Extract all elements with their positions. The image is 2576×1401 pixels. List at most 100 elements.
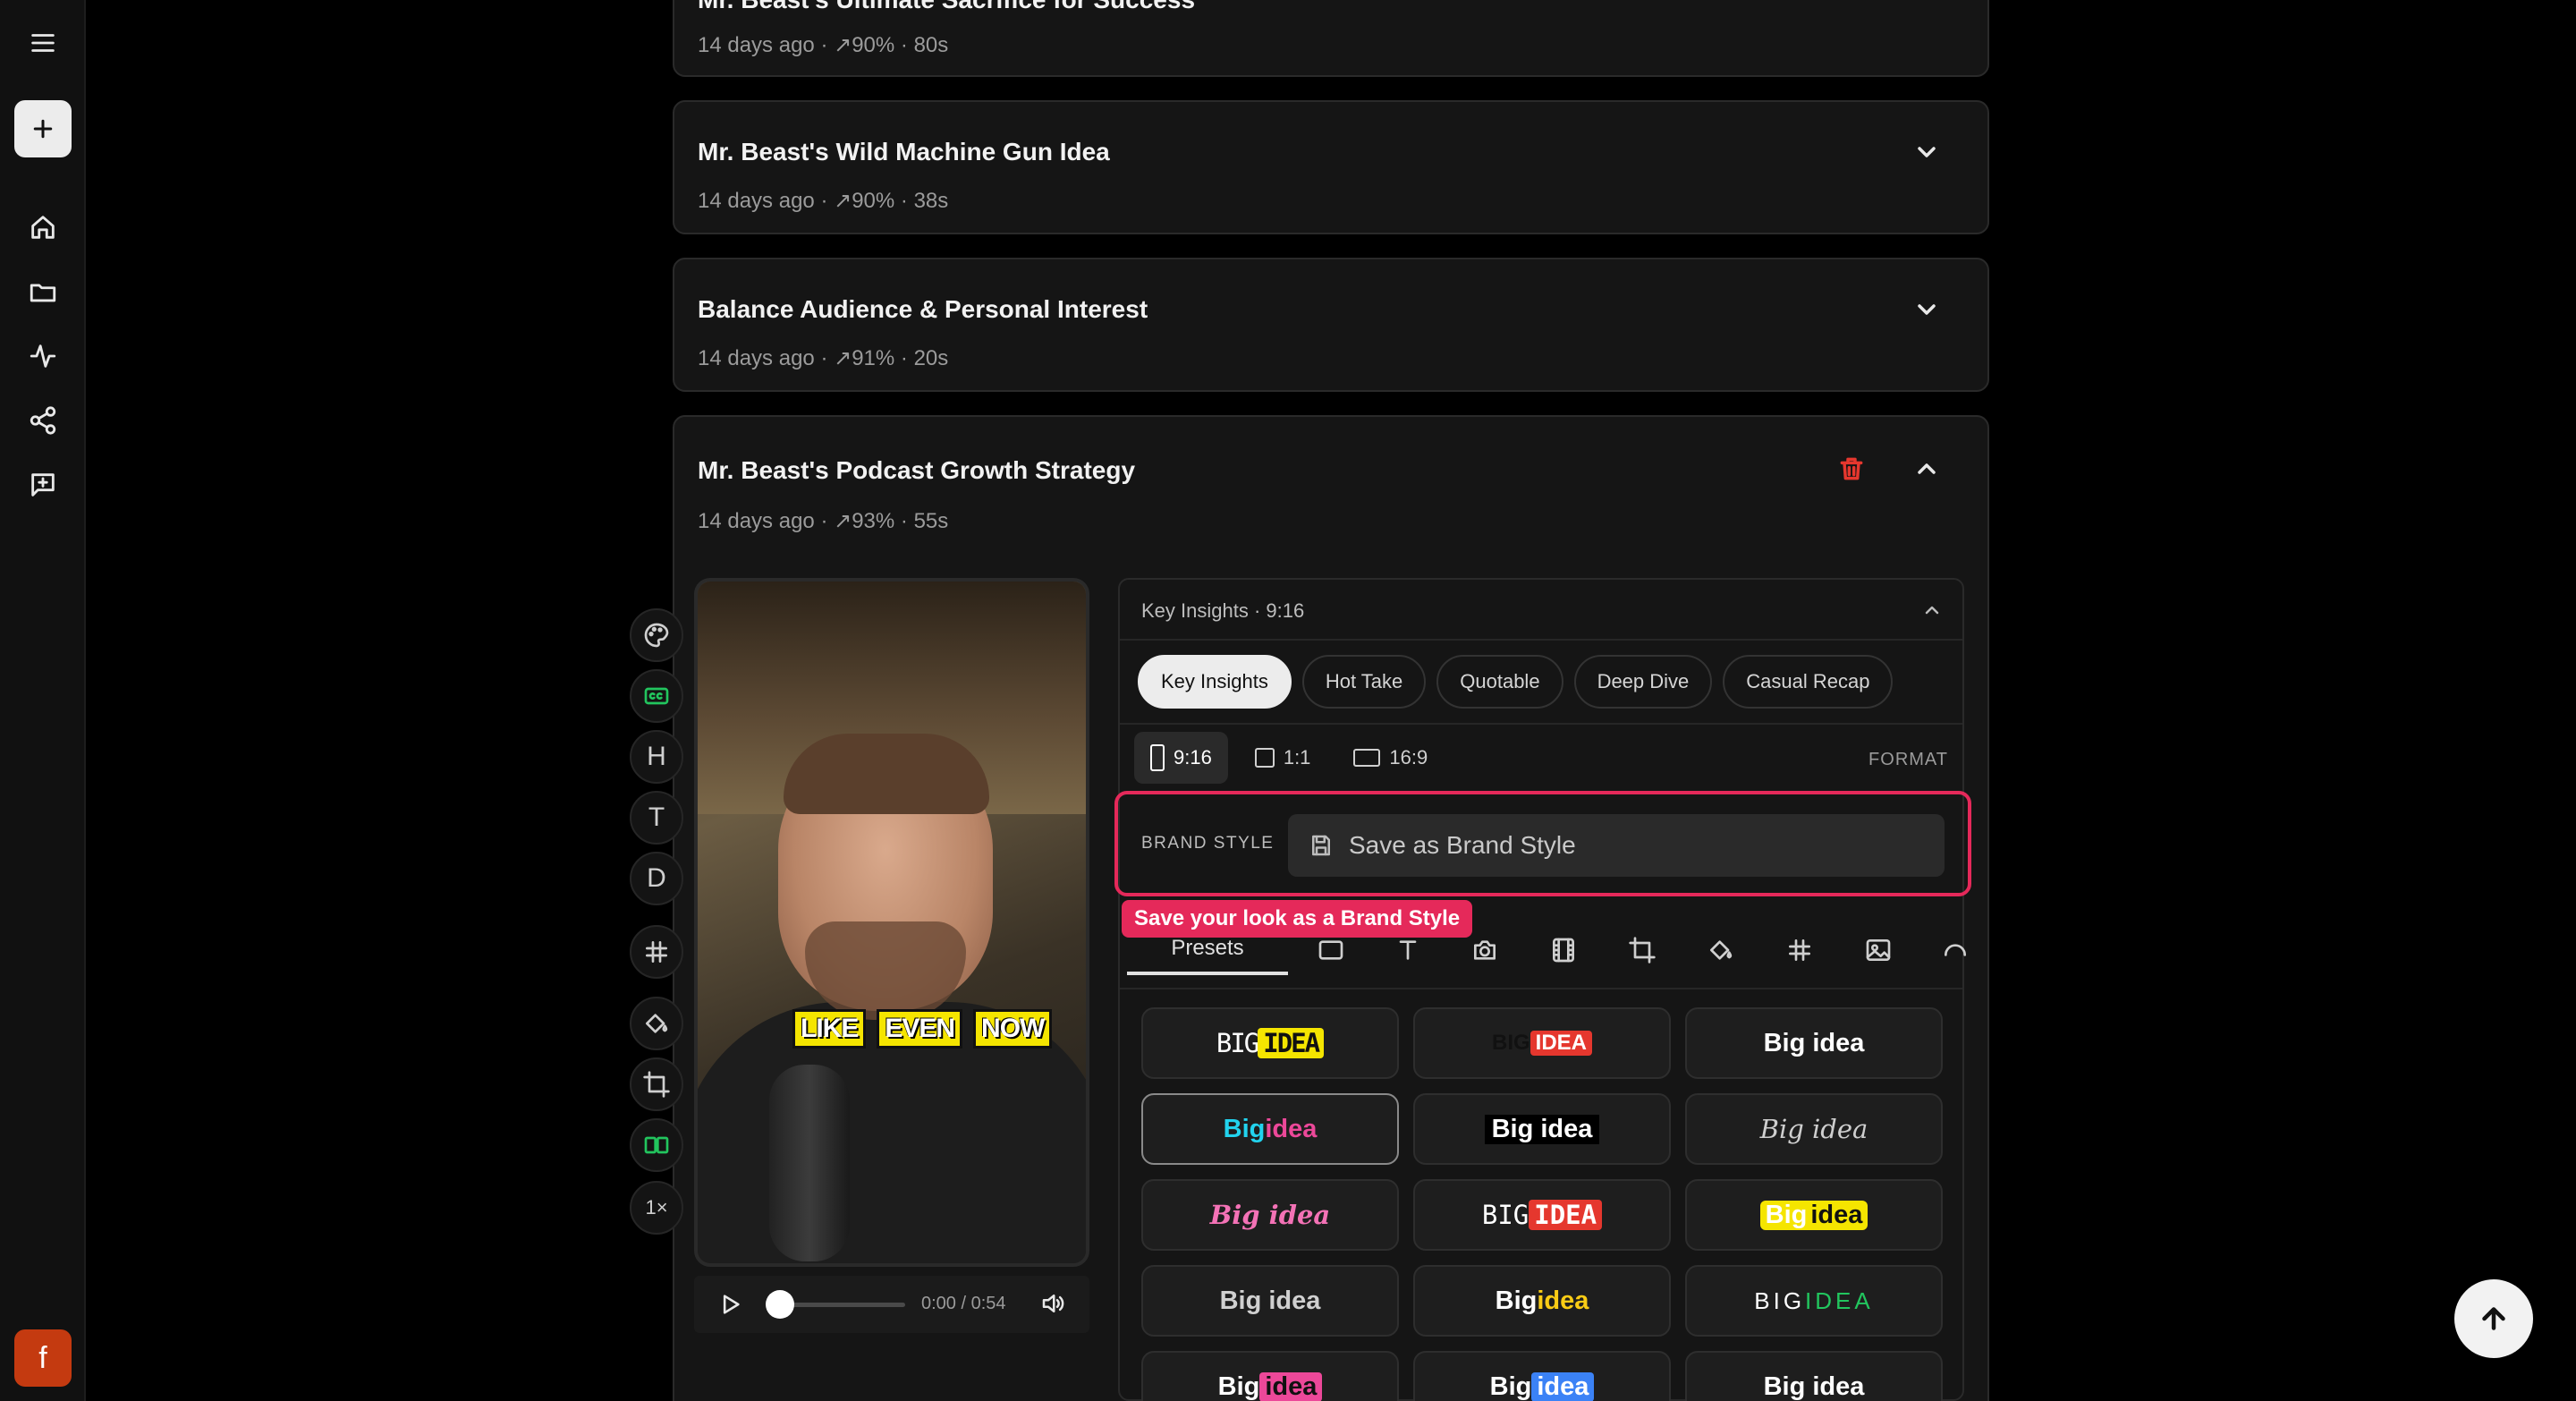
clip-meta: 14 days ago · ↗90% · 80s: [698, 33, 949, 57]
preset-highlight: IDEA: [1530, 1031, 1592, 1056]
preset-item-selected[interactable]: Big idea: [1141, 1093, 1399, 1165]
avatar[interactable]: f: [14, 1329, 72, 1387]
preset-highlight: IDEA: [1258, 1028, 1325, 1058]
brand-style-tooltip: Save your look as a Brand Style: [1122, 900, 1473, 938]
preset-grid: BIG IDEA BIG IDEA Big idea Big idea Big …: [1141, 1007, 1943, 1401]
activity-icon[interactable]: [21, 335, 64, 378]
palette-icon[interactable]: [630, 608, 683, 662]
preset-item[interactable]: Big idea: [1685, 1007, 1943, 1079]
folder-icon[interactable]: [21, 270, 64, 313]
preset-item[interactable]: Big idea: [1685, 1179, 1943, 1251]
divider: [1120, 723, 1962, 725]
brand-style-label: BRAND STYLE: [1141, 834, 1275, 853]
volume-icon[interactable]: [1039, 1290, 1066, 1321]
grid-icon[interactable]: [1785, 936, 1814, 969]
format-label-9-16: 9:16: [1174, 746, 1212, 768]
format-label-1-1: 1:1: [1283, 746, 1311, 768]
preset-item[interactable]: BIG IDEA: [1141, 1007, 1399, 1079]
preset-item[interactable]: Big idea: [1141, 1265, 1399, 1337]
preset-item[interactable]: Big idea: [1141, 1351, 1399, 1401]
save-brand-style-button[interactable]: Save as Brand Style: [1288, 814, 1945, 877]
feedback-icon[interactable]: [21, 463, 64, 506]
clip-meta: 14 days ago · ↗91% · 20s: [698, 346, 949, 370]
seek-handle[interactable]: [766, 1290, 794, 1319]
preset-item[interactable]: Big idea: [1413, 1351, 1671, 1401]
preset-item[interactable]: Big idea: [1413, 1265, 1671, 1337]
text-icon[interactable]: [1394, 936, 1422, 969]
preset-highlight: idea: [1537, 1286, 1589, 1315]
video-microphone: [769, 1065, 850, 1261]
preset-text: BIG: [1491, 1031, 1530, 1055]
tab-quotable[interactable]: Quotable: [1436, 655, 1563, 709]
share-icon[interactable]: [21, 399, 64, 442]
preset-item[interactable]: BIG IDEA: [1413, 1179, 1671, 1251]
format-9-16[interactable]: 9:16: [1134, 732, 1228, 784]
clip-card[interactable]: Mr. Beast's Wild Machine Gun Idea 14 day…: [673, 100, 1989, 234]
preset-text: Big: [1495, 1286, 1538, 1315]
preset-item[interactable]: BIG IDEA: [1413, 1007, 1671, 1079]
tab-casual-recap[interactable]: Casual Recap: [1723, 655, 1894, 709]
square-icon: [1254, 748, 1275, 768]
video-controls: 0:00 / 0:54: [694, 1276, 1089, 1333]
closed-captions-icon[interactable]: [630, 669, 683, 723]
tab-deep-dive[interactable]: Deep Dive: [1573, 655, 1713, 709]
caption-icon[interactable]: [1317, 936, 1345, 969]
format-1-1[interactable]: 1:1: [1239, 732, 1327, 784]
preset-item[interactable]: Big idea: [1685, 1093, 1943, 1165]
sidebar: f: [0, 0, 86, 1401]
playback-speed-button[interactable]: 1×: [630, 1181, 683, 1235]
speed-icon[interactable]: [1941, 936, 1970, 969]
preset-item[interactable]: Big idea: [1141, 1179, 1399, 1251]
video-hair: [784, 734, 989, 814]
chevron-down-icon[interactable]: [1912, 138, 1941, 166]
preset-text: Big idea: [1759, 1114, 1868, 1144]
split-view-icon[interactable]: [630, 1118, 683, 1172]
clip-meta: 14 days ago · ↗90% · 38s: [698, 189, 949, 213]
divider: [1120, 639, 1962, 641]
preset-text: Big: [1759, 1200, 1809, 1230]
caption-word: NOW: [973, 1009, 1053, 1049]
home-icon[interactable]: [21, 206, 64, 249]
caption-word: LIKE: [792, 1009, 867, 1049]
crop-icon[interactable]: [1628, 936, 1657, 969]
preset-item[interactable]: Big idea: [1685, 1351, 1943, 1401]
tab-hot-take[interactable]: Hot Take: [1301, 655, 1427, 709]
paint-bucket-icon[interactable]: [1707, 936, 1735, 969]
chevron-up-icon[interactable]: [1912, 454, 1941, 483]
image-icon[interactable]: [1864, 936, 1893, 969]
text-tool[interactable]: T: [630, 791, 683, 845]
preset-item[interactable]: BIG IDEA: [1685, 1265, 1943, 1337]
video-preview[interactable]: LIKE EVEN NOW: [694, 578, 1089, 1267]
format-16-9[interactable]: 16:9: [1337, 732, 1444, 784]
landscape-icon: [1353, 749, 1381, 767]
camera-icon[interactable]: [1470, 936, 1499, 969]
d-tool[interactable]: D: [630, 852, 683, 905]
preset-text: Big idea: [1763, 1371, 1865, 1401]
crop-icon[interactable]: [630, 1057, 683, 1111]
preset-text: Big idea: [1484, 1114, 1600, 1144]
clip-title: Mr. Beast's Podcast Growth Strategy: [698, 456, 1136, 484]
new-project-button[interactable]: [14, 100, 72, 157]
paint-bucket-icon[interactable]: [630, 997, 683, 1050]
text-tool-label: T: [648, 802, 665, 832]
style-tabs: Key Insights Hot Take Quotable Deep Dive…: [1138, 655, 1894, 709]
preset-highlight: idea: [1265, 1114, 1318, 1143]
menu-icon[interactable]: [21, 21, 64, 64]
preset-text: BIG: [1754, 1286, 1806, 1314]
caption-word: EVEN: [877, 1009, 963, 1049]
play-icon[interactable]: [717, 1292, 742, 1321]
trash-icon[interactable]: [1837, 454, 1866, 483]
film-icon[interactable]: [1549, 936, 1578, 969]
heading-tool[interactable]: H: [630, 730, 683, 784]
d-tool-label: D: [647, 863, 666, 893]
grid-icon[interactable]: [630, 925, 683, 979]
clip-meta: 14 days ago · ↗93% · 55s: [698, 509, 949, 533]
clip-card[interactable]: Mr. Beast's Ultimate Sacrifice for Succe…: [673, 0, 1989, 77]
scroll-to-top-button[interactable]: [2454, 1279, 2533, 1358]
chevron-up-icon[interactable]: [1921, 599, 1943, 625]
clip-card[interactable]: Balance Audience & Personal Interest 14 …: [673, 258, 1989, 392]
tab-key-insights[interactable]: Key Insights: [1138, 655, 1292, 709]
preset-item[interactable]: Big idea: [1413, 1093, 1671, 1165]
chevron-down-icon[interactable]: [1912, 295, 1941, 324]
preset-text: BIG: [1216, 1028, 1259, 1058]
